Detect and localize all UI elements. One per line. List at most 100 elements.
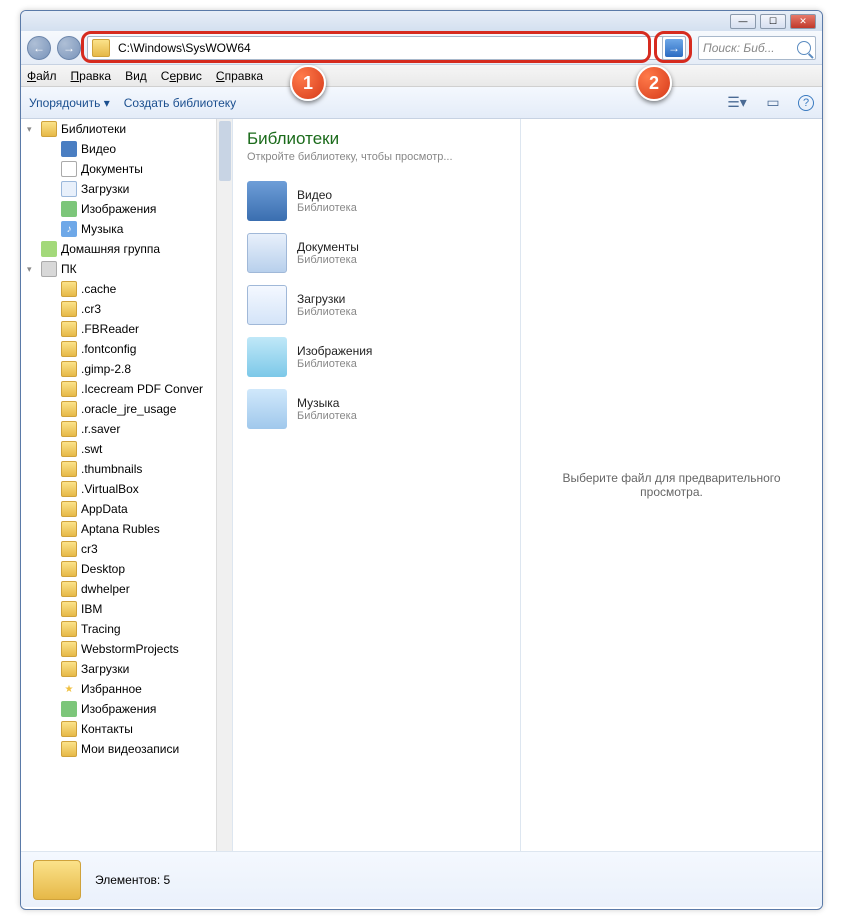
- address-bar[interactable]: [87, 36, 686, 60]
- tree-item[interactable]: cr3: [21, 539, 232, 559]
- tree-item-label: Aptana Rubles: [81, 522, 160, 536]
- library-item[interactable]: ВидеоБиблиотека: [247, 175, 506, 227]
- tree-item[interactable]: Мои видеозаписи: [21, 739, 232, 759]
- menu-file[interactable]: ФФайлайл: [27, 69, 57, 83]
- library-name: Загрузки: [297, 292, 357, 306]
- tree-item[interactable]: .VirtualBox: [21, 479, 232, 499]
- view-mode-button[interactable]: ☰▾: [726, 92, 748, 114]
- library-item[interactable]: ИзображенияБиблиотека: [247, 331, 506, 383]
- preview-pane-button[interactable]: ▭: [762, 92, 784, 114]
- menu-view[interactable]: ВидВид: [125, 69, 147, 83]
- help-button[interactable]: ?: [798, 95, 814, 111]
- img-icon: [61, 201, 77, 217]
- tree-item[interactable]: ♪Музыка: [21, 219, 232, 239]
- minimize-button[interactable]: —: [730, 14, 756, 29]
- preview-empty-text: Выберите файл для предварительного просм…: [541, 471, 802, 499]
- scrollbar-thumb[interactable]: [219, 121, 231, 181]
- tree-item-label: Загрузки: [81, 182, 129, 196]
- address-input[interactable]: [114, 39, 685, 57]
- go-button-wrap: →: [662, 36, 686, 60]
- menu-help[interactable]: СправкаСправка: [216, 69, 263, 83]
- tree-item[interactable]: .Icecream PDF Conver: [21, 379, 232, 399]
- tree-item[interactable]: Aptana Rubles: [21, 519, 232, 539]
- tree-item[interactable]: .gimp-2.8: [21, 359, 232, 379]
- body-area: ▾ Библиотеки Видео Документы Загрузки Изображ…: [21, 119, 822, 851]
- tree-item-label: Desktop: [81, 562, 125, 576]
- tree-item-label: AppData: [81, 502, 128, 516]
- tree-item[interactable]: Документы: [21, 159, 232, 179]
- tree-item[interactable]: Изображения: [21, 199, 232, 219]
- expand-icon[interactable]: ▾: [27, 124, 37, 135]
- tree-item[interactable]: WebstormProjects: [21, 639, 232, 659]
- tree-item-label: .FBReader: [81, 322, 139, 336]
- library-type: Библиотека: [297, 202, 357, 214]
- tree-item-label: Изображения: [81, 202, 156, 216]
- search-icon: [797, 41, 811, 55]
- tree-item[interactable]: .thumbnails: [21, 459, 232, 479]
- organize-button[interactable]: Упорядочить ▾: [29, 96, 110, 110]
- close-button[interactable]: ✕: [790, 14, 816, 29]
- search-box[interactable]: Поиск: Биб...: [698, 36, 816, 60]
- star-icon: ★: [61, 681, 77, 697]
- expand-icon[interactable]: ▾: [27, 264, 37, 275]
- tree-item-label: .cr3: [81, 302, 101, 316]
- go-button[interactable]: →: [665, 39, 683, 57]
- tree-item[interactable]: Домашняя группа: [21, 239, 232, 259]
- back-button[interactable]: ←: [27, 36, 51, 60]
- tree-item[interactable]: Видео: [21, 139, 232, 159]
- tree-item-label: Библиотеки: [61, 122, 126, 136]
- tree-item[interactable]: ▾ Библиотеки: [21, 119, 232, 139]
- tree-item-label: Контакты: [81, 722, 133, 736]
- maximize-button[interactable]: ☐: [760, 14, 786, 29]
- menu-bar: ФФайлайл ПравкаПравка ВидВид СервисСерви…: [21, 65, 822, 87]
- doc-icon: [61, 161, 77, 177]
- fold-icon: [61, 301, 77, 317]
- fold-icon: [61, 341, 77, 357]
- tree-item[interactable]: Изображения: [21, 699, 232, 719]
- page-subtitle: Откройте библиотеку, чтобы просмотр...: [247, 151, 506, 163]
- tree-item[interactable]: .fontconfig: [21, 339, 232, 359]
- tree-item[interactable]: .r.saver: [21, 419, 232, 439]
- fold-icon: [61, 381, 77, 397]
- tree-item[interactable]: IBM: [21, 599, 232, 619]
- library-name: Видео: [297, 188, 357, 202]
- tree-item-label: WebstormProjects: [81, 642, 179, 656]
- tree-item-label: IBM: [81, 602, 102, 616]
- tree-item[interactable]: .FBReader: [21, 319, 232, 339]
- forward-button[interactable]: →: [57, 36, 81, 60]
- library-item[interactable]: ДокументыБиблиотека: [247, 227, 506, 279]
- fold-icon: [61, 321, 77, 337]
- vid-icon: [61, 141, 77, 157]
- library-icon: [247, 233, 287, 273]
- tree-item[interactable]: Загрузки: [21, 659, 232, 679]
- tree-scrollbar[interactable]: [216, 119, 232, 851]
- tree-item[interactable]: .oracle_jre_usage: [21, 399, 232, 419]
- tree-item[interactable]: dwhelper: [21, 579, 232, 599]
- fold-icon: [61, 361, 77, 377]
- tree-item-label: dwhelper: [81, 582, 130, 596]
- tree-item[interactable]: .swt: [21, 439, 232, 459]
- pc-icon: [41, 261, 57, 277]
- tree-item[interactable]: Desktop: [21, 559, 232, 579]
- fold-icon: [61, 281, 77, 297]
- fold-icon: [61, 521, 77, 537]
- menu-tools[interactable]: СервисСервис: [161, 69, 202, 83]
- tree-item[interactable]: Контакты: [21, 719, 232, 739]
- library-item[interactable]: ЗагрузкиБиблиотека: [247, 279, 506, 331]
- tree-item[interactable]: .cache: [21, 279, 232, 299]
- tree-item-label: Избранное: [81, 682, 142, 696]
- new-library-button[interactable]: Создать библиотеку: [124, 96, 236, 110]
- tree-item-label: Домашняя группа: [61, 242, 160, 256]
- tree-item[interactable]: Загрузки: [21, 179, 232, 199]
- menu-edit[interactable]: ПравкаПравка: [71, 69, 112, 83]
- tree-item[interactable]: ▾ПК: [21, 259, 232, 279]
- tree-item[interactable]: ★ Избранное: [21, 679, 232, 699]
- tree-item-label: Документы: [81, 162, 143, 176]
- tree-item-label: Музыка: [81, 222, 123, 236]
- tree-item[interactable]: .cr3: [21, 299, 232, 319]
- tree-item[interactable]: Tracing: [21, 619, 232, 639]
- library-name: Документы: [297, 240, 359, 254]
- tree-item[interactable]: AppData: [21, 499, 232, 519]
- library-type: Библиотека: [297, 254, 359, 266]
- library-item[interactable]: МузыкаБиблиотека: [247, 383, 506, 435]
